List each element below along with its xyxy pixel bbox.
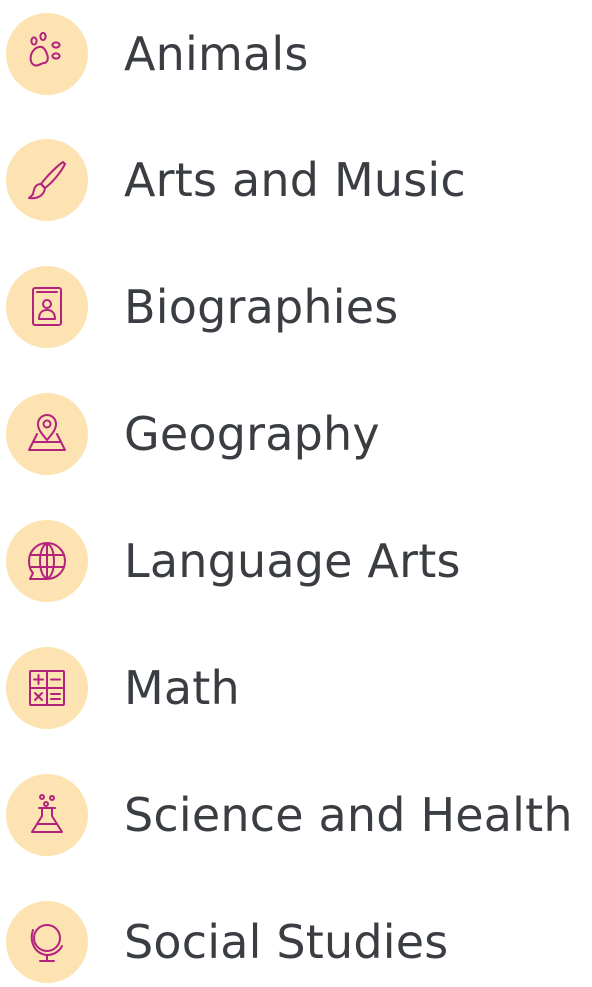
category-label: Language Arts bbox=[124, 534, 461, 588]
category-label: Arts and Music bbox=[124, 153, 466, 207]
category-item-geography[interactable]: Geography bbox=[0, 389, 592, 479]
category-label: Geography bbox=[124, 407, 380, 461]
category-item-language-arts[interactable]: Language Arts bbox=[0, 516, 592, 606]
category-label: Animals bbox=[124, 27, 309, 81]
category-label: Math bbox=[124, 661, 240, 715]
category-item-biographies[interactable]: Biographies bbox=[0, 262, 592, 352]
paintbrush-icon bbox=[6, 139, 88, 221]
category-item-science-and-health[interactable]: Science and Health bbox=[0, 770, 592, 860]
category-item-arts-and-music[interactable]: Arts and Music bbox=[0, 135, 592, 225]
category-item-animals[interactable]: Animals bbox=[0, 9, 592, 99]
map-pin-icon bbox=[6, 393, 88, 475]
globe-speech-icon bbox=[6, 520, 88, 602]
person-book-icon bbox=[6, 266, 88, 348]
category-label: Science and Health bbox=[124, 788, 573, 842]
category-label: Biographies bbox=[124, 280, 399, 334]
flask-icon bbox=[6, 774, 88, 856]
desk-globe-icon bbox=[6, 901, 88, 983]
paw-icon bbox=[6, 13, 88, 95]
calculator-icon bbox=[6, 647, 88, 729]
category-label: Social Studies bbox=[124, 915, 449, 969]
category-item-math[interactable]: Math bbox=[0, 643, 592, 733]
